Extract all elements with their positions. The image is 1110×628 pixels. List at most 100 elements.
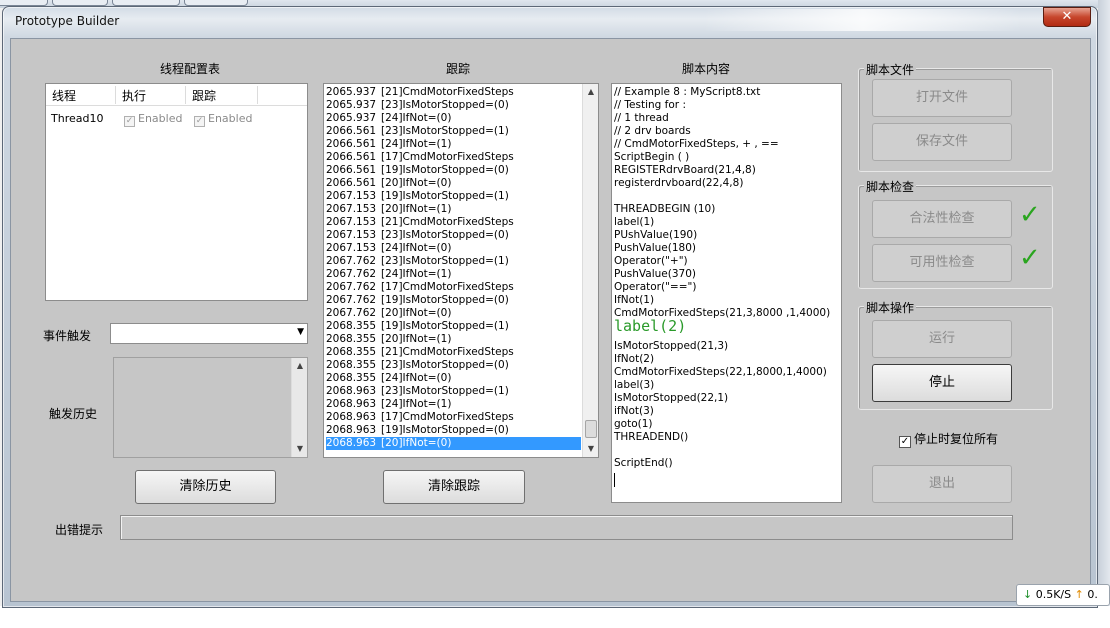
trace-message: [17]CmdMotorFixedSteps [381, 151, 514, 163]
script-line: PushValue(370) [614, 268, 696, 280]
error-hint-field [120, 515, 1013, 540]
trace-time: 2067.153 [326, 229, 377, 241]
trace-row[interactable]: 2066.561 [23]IsMotorStopped=(1) [326, 125, 581, 138]
column-separator [115, 86, 116, 104]
trace-row[interactable]: 2067.153 [21]CmdMotorFixedSteps [326, 216, 581, 229]
validity-check-button[interactable]: 合法性检查 [872, 200, 1012, 238]
trace-row[interactable]: 2066.561 [19]IsMotorStopped=(0) [326, 164, 581, 177]
trace-time: 2067.153 [326, 190, 377, 202]
trace-message: [23]IsMotorStopped=(1) [381, 385, 509, 397]
trace-message: [19]IsMotorStopped=(0) [381, 424, 509, 436]
trace-row[interactable]: 2068.963 [17]CmdMotorFixedSteps [326, 411, 581, 424]
trace-row[interactable]: 2068.355 [21]CmdMotorFixedSteps [326, 346, 581, 359]
script-line: IfNot(1) [614, 294, 655, 306]
script-line: THREADEND() [614, 431, 689, 443]
trace-row[interactable]: 2067.153 [20]IfNot=(1) [326, 203, 581, 216]
stop-button[interactable]: 停止 [872, 364, 1012, 402]
trace-row[interactable]: 2066.561 [24]IfNot=(1) [326, 138, 581, 151]
script-file-group-title: 脚本文件 [864, 61, 917, 78]
chevron-down-icon: ▼ [297, 327, 304, 337]
trace-row[interactable]: 2066.561 [20]IfNot=(0) [326, 177, 581, 190]
column-header-execute[interactable]: 执行 [122, 87, 146, 104]
trace-row[interactable]: 2067.762 [20]IfNot=(0) [326, 307, 581, 320]
save-file-button[interactable]: 保存文件 [872, 123, 1012, 161]
trace-row[interactable]: 2067.762 [19]IsMotorStopped=(0) [326, 294, 581, 307]
trace-time: 2068.963 [326, 398, 377, 410]
net-speed-widget[interactable]: ↓ 0.5K/S ↑ 0. [1016, 584, 1110, 606]
trigger-history-list[interactable]: ▲ ▼ [113, 357, 308, 458]
trace-row[interactable]: 2065.937 [23]IsMotorStopped=(0) [326, 99, 581, 112]
check-icon: ✓ [124, 116, 135, 127]
close-button[interactable]: ✕ [1043, 7, 1091, 27]
trace-message: [24]IfNot=(1) [381, 138, 452, 150]
history-scrollbar[interactable]: ▲ ▼ [291, 358, 307, 457]
run-button[interactable]: 运行 [872, 320, 1012, 358]
trace-list[interactable]: 2065.937 [21]CmdMotorFixedSteps 2065.937 [2… [323, 83, 599, 458]
trace-row[interactable]: 2065.937 [21]CmdMotorFixedSteps [326, 86, 581, 99]
trace-scrollbar[interactable]: ▲ ▼ [582, 84, 598, 457]
download-arrow-icon: ↓ [1023, 588, 1033, 601]
script-editor[interactable]: // Example 8 : MyScript8.txt// Testing f… [611, 83, 842, 503]
trace-message: [24]IfNot=(0) [381, 112, 452, 124]
scroll-down-icon[interactable]: ▼ [292, 441, 307, 457]
trace-time: 2067.762 [326, 307, 377, 319]
scroll-down-icon[interactable]: ▼ [583, 441, 598, 457]
trace-row[interactable]: 2068.963 [24]IfNot=(1) [326, 398, 581, 411]
desktop-background [1098, 0, 1110, 628]
reset-on-stop-checkbox[interactable]: ✓ 停止时复位所有 [899, 430, 998, 448]
script-ops-group-title: 脚本操作 [864, 299, 917, 316]
trace-message: [23]IsMotorStopped=(0) [381, 229, 509, 241]
script-line: PushValue(180) [614, 242, 696, 254]
column-header-trace[interactable]: 跟踪 [192, 87, 216, 104]
trace-row[interactable]: 2067.762 [24]IfNot=(1) [326, 268, 581, 281]
trace-row[interactable]: 2068.355 [20]IfNot=(1) [326, 333, 581, 346]
thread-name: Thread10 [51, 112, 104, 125]
trace-row[interactable]: 2067.762 [17]CmdMotorFixedSteps [326, 281, 581, 294]
title-glow [703, 9, 1023, 31]
script-line: // Testing for : [614, 99, 686, 111]
column-header-thread[interactable]: 线程 [52, 87, 76, 104]
event-trigger-select[interactable]: ▼ [110, 323, 308, 344]
trace-cell[interactable]: ✓ Enabled [194, 112, 252, 127]
clear-history-button[interactable]: 清除历史 [135, 470, 276, 504]
scroll-up-icon[interactable]: ▲ [583, 84, 598, 100]
execute-cell[interactable]: ✓ Enabled [124, 112, 182, 127]
script-line: label(3) [614, 379, 655, 391]
trace-row[interactable]: 2068.355 [19]IsMotorStopped=(1) [326, 320, 581, 333]
trace-row[interactable]: 2068.963 [20]IfNot=(0) [326, 437, 581, 450]
trace-time: 2068.963 [326, 411, 377, 423]
usability-check-button[interactable]: 可用性检查 [872, 244, 1012, 282]
check-mark-icon: ✓ [1019, 243, 1041, 273]
script-line: // CmdMotorFixedSteps, + , == [614, 138, 779, 150]
trace-row[interactable]: 2067.153 [23]IsMotorStopped=(0) [326, 229, 581, 242]
clear-trace-button[interactable]: 清除跟踪 [383, 470, 525, 504]
trigger-history-label: 触发历史 [49, 407, 98, 421]
trace-row[interactable]: 2068.963 [19]IsMotorStopped=(0) [326, 424, 581, 437]
trace-row[interactable]: 2067.762 [23]IsMotorStopped=(1) [326, 255, 581, 268]
script-line: ScriptEnd() [614, 457, 673, 469]
scroll-thumb[interactable] [585, 420, 597, 438]
script-line: Operator("==") [614, 281, 697, 293]
trace-row[interactable]: 2068.355 [23]IsMotorStopped=(0) [326, 359, 581, 372]
open-file-button[interactable]: 打开文件 [872, 79, 1012, 117]
script-line: ScriptBegin ( ) [614, 151, 690, 163]
error-hint-label: 出错提示 [55, 523, 104, 537]
trace-time: 2067.153 [326, 203, 377, 215]
trace-row[interactable]: 2067.153 [19]IsMotorStopped=(1) [326, 190, 581, 203]
exit-button[interactable]: 退出 [872, 465, 1012, 503]
trace-time: 2068.963 [326, 385, 377, 397]
trace-value: Enabled [208, 112, 253, 125]
trace-row[interactable]: 2067.153 [24]IfNot=(0) [326, 242, 581, 255]
trace-time: 2065.937 [326, 112, 377, 124]
trace-row[interactable]: 2065.937 [24]IfNot=(0) [326, 112, 581, 125]
trace-row[interactable]: 2068.355 [24]IfNot=(0) [326, 372, 581, 385]
trace-message: [21]CmdMotorFixedSteps [381, 216, 514, 228]
trace-row[interactable]: 2068.963 [23]IsMotorStopped=(1) [326, 385, 581, 398]
column-separator [257, 86, 258, 104]
check-mark-icon: ✓ [1019, 200, 1041, 230]
trace-row[interactable]: 2066.561 [17]CmdMotorFixedSteps [326, 151, 581, 164]
scroll-up-icon[interactable]: ▲ [292, 358, 307, 374]
script-line: PUshValue(190) [614, 229, 698, 241]
trace-time: 2066.561 [326, 177, 377, 189]
script-line: // Example 8 : MyScript8.txt [614, 86, 761, 98]
